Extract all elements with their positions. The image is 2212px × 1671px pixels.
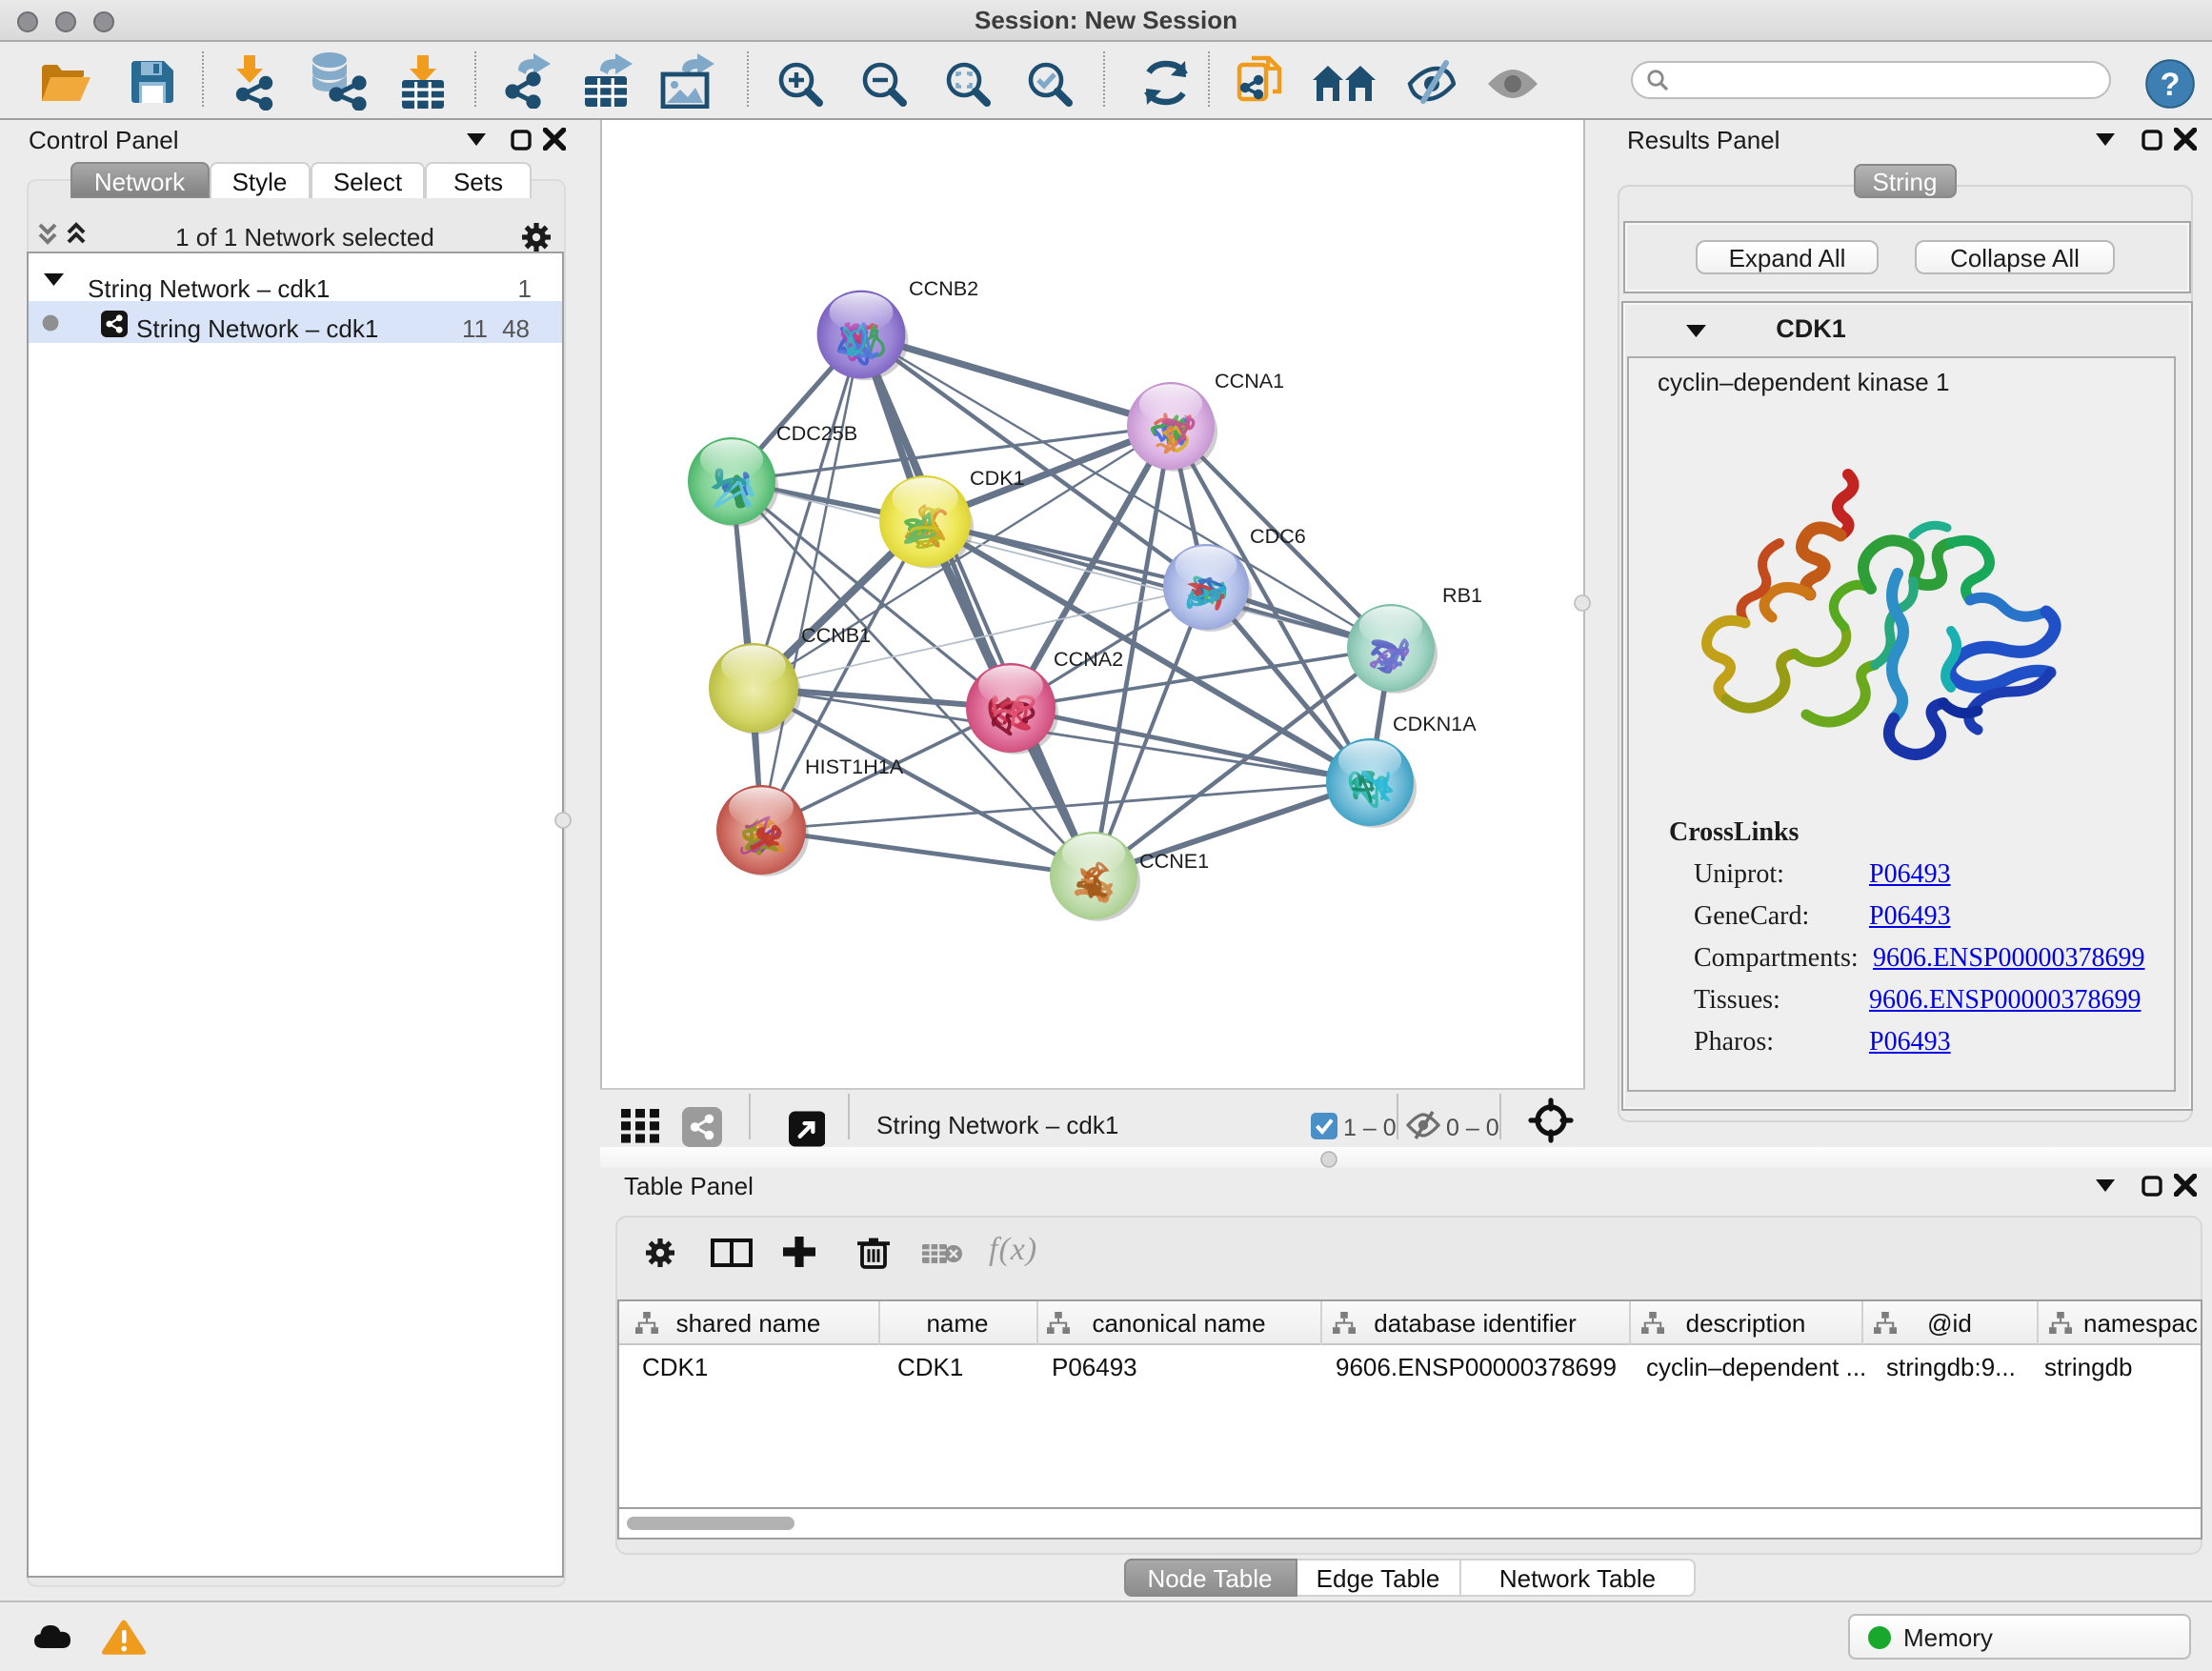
svg-text:?: ? (2161, 67, 2181, 103)
svg-text:CCNA2: CCNA2 (1054, 646, 1123, 670)
svg-text:CDK1: CDK1 (970, 465, 1025, 489)
svg-text:CCNB2: CCNB2 (909, 275, 978, 299)
svg-text:CDKN1A: CDKN1A (1393, 711, 1477, 735)
svg-text:CDC25B: CDC25B (776, 420, 857, 444)
svg-text:CCNE1: CCNE1 (1139, 848, 1209, 872)
svg-text:HIST1H1A: HIST1H1A (805, 754, 904, 777)
svg-text:CCNA1: CCNA1 (1215, 368, 1284, 392)
svg-text:CCNB1: CCNB1 (801, 622, 871, 646)
svg-text:RB1: RB1 (1442, 582, 1482, 606)
svg-text:CDC6: CDC6 (1250, 523, 1306, 547)
